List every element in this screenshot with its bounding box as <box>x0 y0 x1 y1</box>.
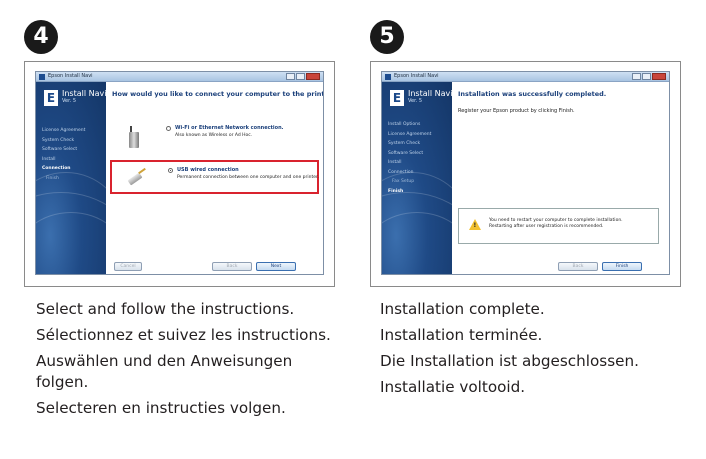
installer-content: How would you like to connect your compu… <box>106 82 323 274</box>
step-item: Finish <box>388 188 404 194</box>
register-instruction: Register your Epson product by clicking … <box>458 108 575 114</box>
back-button[interactable]: Back <box>558 262 598 271</box>
window-title: Epson Install Navi <box>48 73 93 79</box>
step-item: License Agreement <box>42 128 86 133</box>
window-controls <box>285 73 320 80</box>
step-list: License Agreement System Check Software Se… <box>42 126 85 183</box>
step-5-badge: 5 <box>370 20 404 54</box>
router-icon <box>124 126 142 148</box>
radio-network[interactable] <box>166 126 171 131</box>
back-button[interactable]: Back <box>212 262 252 271</box>
step-item: Finish <box>46 175 59 181</box>
step-item: Fax Setup <box>392 179 415 184</box>
option-network-description: Also known as Wireless or Ad Hoc. <box>175 133 253 138</box>
restart-message-line-1: You need to restart your computer to com… <box>489 218 623 223</box>
cancel-button[interactable]: Cancel <box>114 262 142 271</box>
restart-message: You need to restart your computer to com… <box>489 218 623 230</box>
app-icon <box>39 74 45 80</box>
maximize-button[interactable] <box>296 73 305 80</box>
caption-en: Installation complete. <box>380 300 545 318</box>
step-item: Software Select <box>42 147 78 152</box>
window-controls <box>631 73 666 80</box>
step-item: Connection <box>42 166 71 171</box>
caption-en: Select and follow the instructions. <box>36 300 295 318</box>
step-item: License Agreement <box>388 131 432 137</box>
caption-de: Auswählen und den Anweisungen folgen. <box>36 352 293 391</box>
app-version: Ver. 5 <box>408 98 423 104</box>
caption-fr: Installation terminée. <box>380 326 543 344</box>
epson-logo-icon: E <box>44 90 58 106</box>
app-icon <box>385 74 391 80</box>
app-version: Ver. 5 <box>62 98 77 104</box>
option-network[interactable]: Wi-Fi or Ethernet Network connection. Al… <box>110 120 319 154</box>
usb-cable-icon <box>124 166 148 190</box>
epson-logo-icon: E <box>390 90 404 106</box>
app-name: Install Navi <box>62 89 106 98</box>
caption-fr: Sélectionnez et suivez les instructions. <box>36 326 331 344</box>
step-4-badge: 4 <box>24 20 58 54</box>
installer-sidebar: E Install Navi Ver. 5 License Agreement S… <box>36 82 106 274</box>
installer-content: Installation was successfully completed.… <box>452 82 669 274</box>
step-item: System Check <box>388 141 421 146</box>
step-list: Install Options License Agreement System C… <box>388 120 431 196</box>
warning-icon <box>469 219 481 230</box>
step-4-screenshot-frame: Epson Install Navi E Install Navi Ver. 5… <box>24 61 335 287</box>
installer-window: Epson Install Navi E Install Navi Ver. 5… <box>381 71 670 275</box>
finish-button[interactable]: Finish <box>602 262 642 271</box>
window-title: Epson Install Navi <box>394 73 439 79</box>
step-item: Install Options <box>388 122 421 127</box>
app-name: Install Navi <box>408 89 452 98</box>
step-item: Software Select <box>388 150 424 156</box>
step-4-captions: Select and follow the instructions. Séle… <box>36 299 346 424</box>
caption-de: Die Installation ist abgeschlossen. <box>380 352 639 370</box>
step-item: Install <box>388 160 402 165</box>
step-item: System Check <box>42 137 75 143</box>
close-button[interactable] <box>306 73 320 80</box>
next-button[interactable]: Next <box>256 262 296 271</box>
restart-notice: You need to restart your computer to com… <box>458 208 659 244</box>
title-bar: Epson Install Navi <box>36 72 323 82</box>
page-heading: How would you like to connect your compu… <box>112 90 324 98</box>
option-usb[interactable]: USB wired connection Permanent connectio… <box>110 160 319 194</box>
caption-nl: Installatie voltooid. <box>380 378 526 396</box>
minimize-button[interactable] <box>286 73 295 80</box>
maximize-button[interactable] <box>642 73 651 80</box>
page-heading: Installation was successfully completed. <box>458 90 607 98</box>
step-5-screenshot-frame: Epson Install Navi E Install Navi Ver. 5… <box>370 61 681 287</box>
option-usb-title: USB wired connection <box>177 167 239 173</box>
title-bar: Epson Install Navi <box>382 72 669 82</box>
step-item: Install <box>42 156 56 162</box>
radio-usb[interactable] <box>168 168 173 173</box>
option-usb-description: Permanent connection between one compute… <box>177 175 319 180</box>
option-network-title: Wi-Fi or Ethernet Network connection. <box>175 125 284 131</box>
caption-nl: Selecteren en instructies volgen. <box>36 399 286 417</box>
installer-window: Epson Install Navi E Install Navi Ver. 5… <box>35 71 324 275</box>
close-button[interactable] <box>652 73 666 80</box>
step-item: Connection <box>388 169 414 175</box>
step-5-captions: Installation complete. Installation term… <box>380 299 700 403</box>
installer-sidebar: E Install Navi Ver. 5 Install Options Lic… <box>382 82 452 274</box>
minimize-button[interactable] <box>632 73 641 80</box>
restart-message-line-2: Restarting after user registration is re… <box>489 224 604 229</box>
